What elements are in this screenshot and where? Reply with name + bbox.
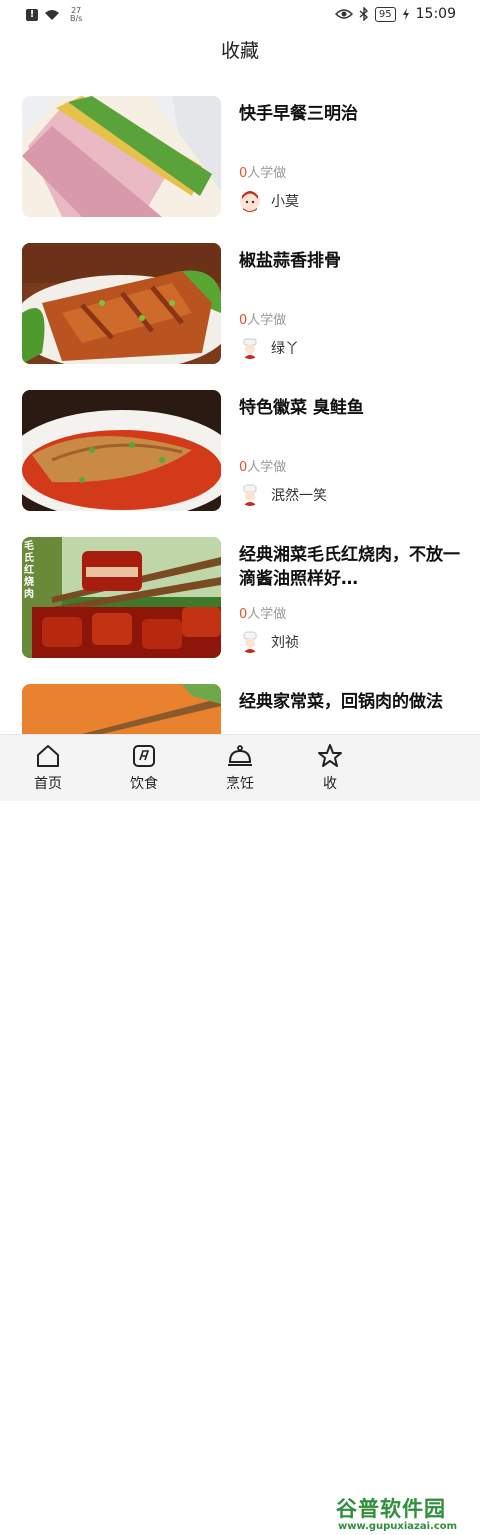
recipe-title[interactable]: 经典湘菜毛氏红烧肉，不放一滴酱油照样好… bbox=[239, 543, 469, 591]
author-name: 绿丫 bbox=[271, 341, 299, 357]
nav-label: 饮食 bbox=[130, 776, 158, 792]
learn-count: 0人学做 bbox=[239, 456, 286, 475]
learn-count: 0人学做 bbox=[239, 603, 286, 622]
status-left: ! 27 B/s bbox=[26, 7, 82, 23]
image-caption: 毛氏红烧肉 bbox=[24, 541, 34, 600]
learn-count: 0人学做 bbox=[239, 309, 286, 328]
bluetooth-icon bbox=[359, 7, 368, 21]
learn-count-label: 人学做 bbox=[247, 166, 287, 181]
alert-icon: ! bbox=[26, 9, 38, 21]
cloche-icon bbox=[228, 745, 252, 766]
battery-level: 95 bbox=[374, 6, 396, 22]
learn-count-label: 人学做 bbox=[247, 607, 287, 622]
home-icon bbox=[37, 745, 59, 767]
recipe-author[interactable]: 绿丫 bbox=[239, 337, 299, 359]
avatar bbox=[239, 190, 261, 212]
recipe-author[interactable]: 刘祯 bbox=[239, 631, 299, 653]
learn-count-label: 人学做 bbox=[247, 313, 287, 328]
recipe-image-fish[interactable] bbox=[22, 390, 221, 511]
status-bar: ! 27 B/s 95 15:09 bbox=[0, 0, 480, 30]
recipe-author[interactable]: 小莫 bbox=[239, 190, 299, 212]
author-name: 泯然一笑 bbox=[271, 488, 327, 504]
recipe-image-ribs[interactable] bbox=[22, 243, 221, 364]
recipe-image-twice-cooked-pork[interactable] bbox=[22, 684, 221, 734]
learn-count-label: 人学做 bbox=[247, 460, 287, 475]
recipe-title[interactable]: 椒盐蒜香排骨 bbox=[239, 249, 469, 273]
nav-favorites[interactable]: 收 bbox=[290, 743, 370, 793]
recipe-card-fish[interactable]: 特色徽菜 臭鲑鱼 0人学做 泯然一笑 bbox=[0, 390, 480, 514]
recipe-image-braised-pork[interactable]: 毛氏红烧肉 bbox=[22, 537, 221, 658]
network-speed-unit: B/s bbox=[70, 14, 83, 23]
watermark-url: www.gupuxiazai.com bbox=[338, 1521, 458, 1532]
status-right: 95 15:09 bbox=[334, 6, 456, 22]
watermark-title: 谷普软件园 bbox=[336, 1497, 446, 1521]
avatar bbox=[239, 484, 261, 506]
recipe-card-braised-pork[interactable]: 毛氏红烧肉 经典湘菜毛氏红烧肉，不放一滴酱油照样好… 0人学做 刘祯 bbox=[0, 537, 480, 661]
avatar bbox=[239, 337, 261, 359]
nav-label: 烹饪 bbox=[226, 776, 254, 792]
recipe-title[interactable]: 特色徽菜 臭鲑鱼 bbox=[239, 396, 469, 420]
recipe-card-sandwich[interactable]: 快手早餐三明治 0人学做 小莫 bbox=[0, 96, 480, 220]
network-speed: 27 B/s bbox=[70, 7, 82, 23]
recipe-title[interactable]: 快手早餐三明治 bbox=[239, 102, 469, 126]
nav-diet[interactable]: 饮食 bbox=[104, 743, 184, 793]
nav-label: 收 bbox=[323, 776, 337, 792]
author-name: 小莫 bbox=[271, 194, 299, 210]
star-icon bbox=[318, 744, 342, 767]
learn-count: 0人学做 bbox=[239, 162, 286, 181]
nav-home[interactable]: 首页 bbox=[8, 743, 88, 793]
charging-icon bbox=[402, 8, 409, 20]
nav-label: 首页 bbox=[34, 776, 62, 792]
avatar bbox=[239, 631, 261, 653]
page-title: 收藏 bbox=[220, 40, 259, 62]
wifi-icon bbox=[45, 10, 59, 20]
recipe-title[interactable]: 经典家常菜，回锅肉的做法 bbox=[239, 690, 469, 714]
recipe-image-sandwich[interactable] bbox=[22, 96, 221, 217]
clock: 15:09 bbox=[415, 6, 456, 22]
notebook-icon bbox=[133, 745, 155, 767]
watermark: 谷普软件园 www.gupuxiazai.com bbox=[332, 1493, 480, 1535]
bottom-nav: 首页 饮食 烹饪 收 谷普软件园 www.gupuxiazai.com bbox=[0, 734, 480, 1532]
author-name: 刘祯 bbox=[271, 635, 299, 651]
nav-cooking[interactable]: 烹饪 bbox=[200, 743, 280, 793]
recipe-author[interactable]: 泯然一笑 bbox=[239, 484, 327, 506]
eye-icon bbox=[334, 9, 353, 19]
recipe-card-ribs[interactable]: 椒盐蒜香排骨 0人学做 绿丫 bbox=[0, 243, 480, 367]
